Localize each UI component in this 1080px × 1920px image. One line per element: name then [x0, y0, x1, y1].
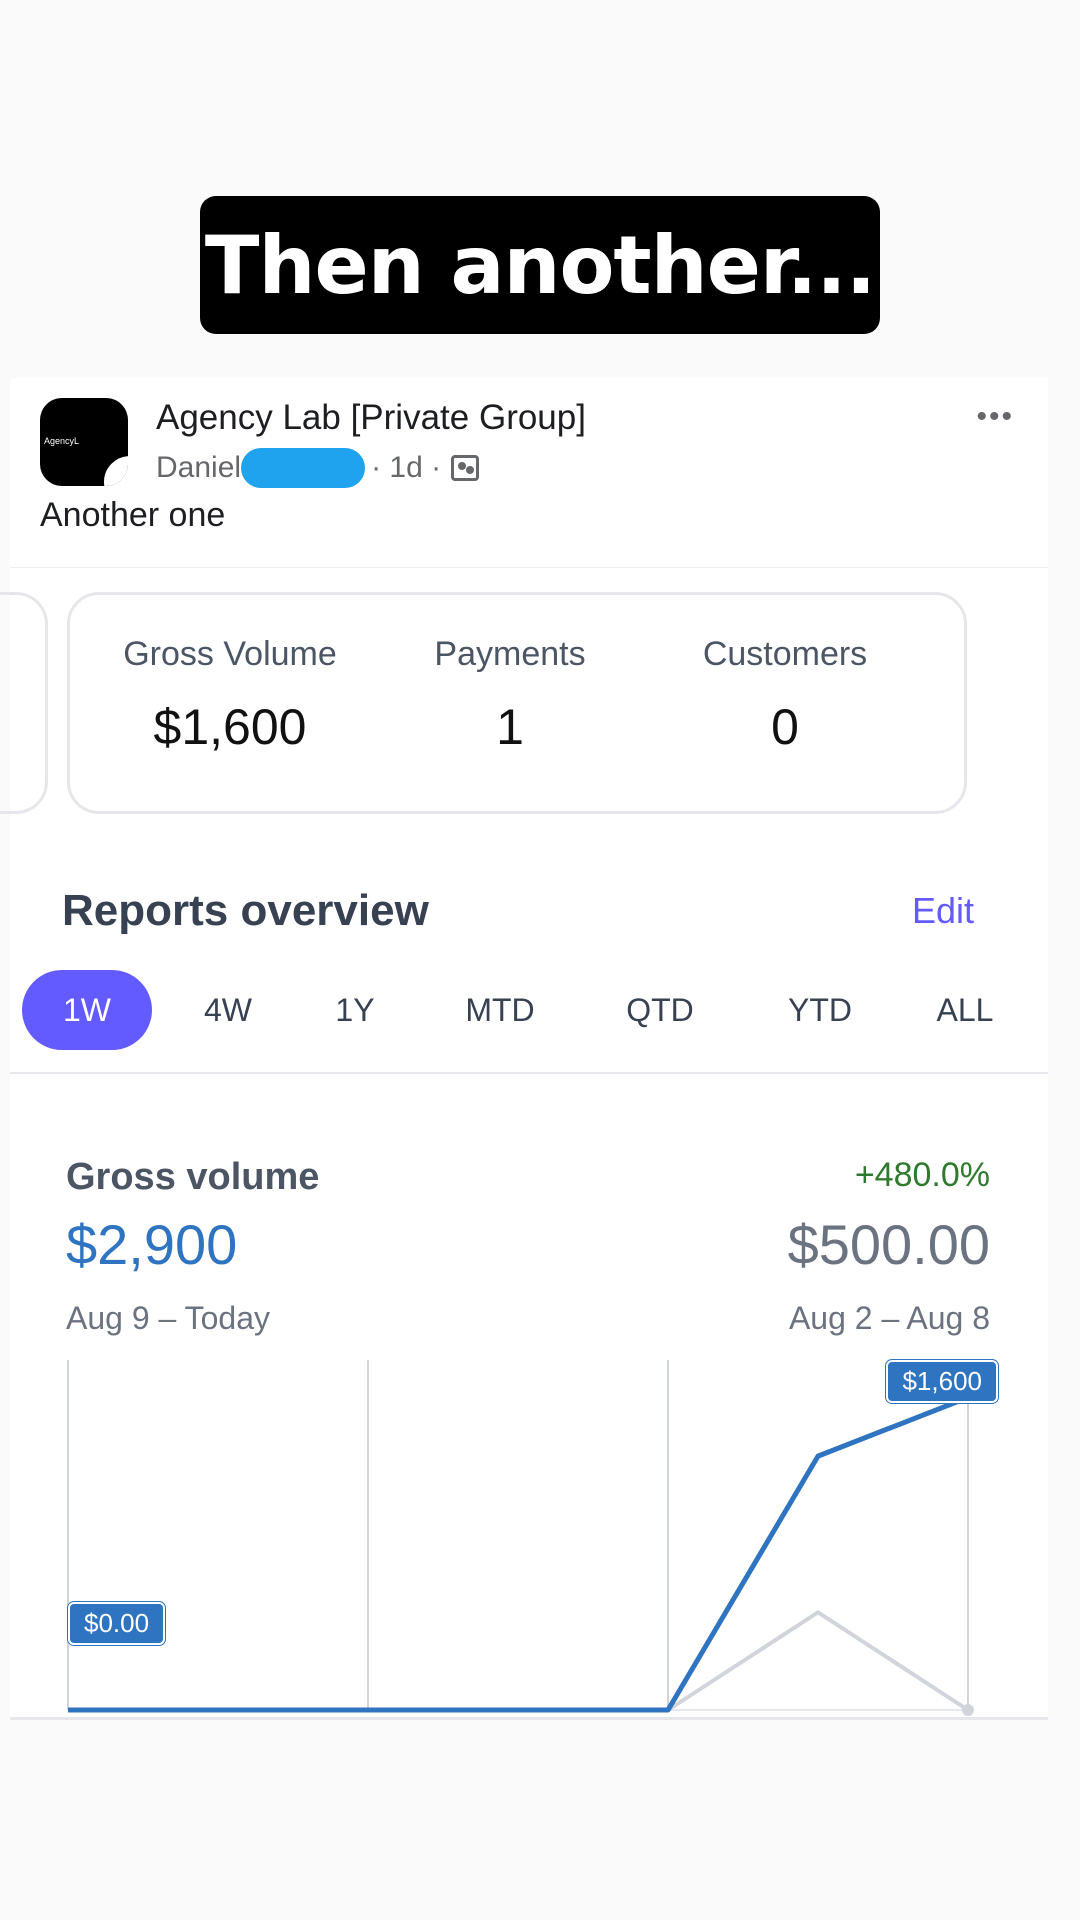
stats-card[interactable]: Gross Volume $1,600 Payments 1 Customers…: [67, 592, 967, 814]
story-caption: Then another...: [200, 196, 880, 334]
post-meta: Daniel · 1d ·: [156, 448, 480, 488]
stat-payments: Payments 1: [410, 635, 610, 756]
zero-value-label: $0.00: [68, 1602, 166, 1645]
tab-4w[interactable]: 4W: [178, 970, 278, 1050]
tab-qtd[interactable]: QTD: [600, 970, 720, 1050]
more-options-button[interactable]: •••: [976, 400, 1014, 434]
stat-value: 1: [496, 699, 524, 755]
gross-volume-range: Aug 9 – Today: [66, 1300, 271, 1336]
author-avatar-icon[interactable]: ★: [104, 456, 128, 486]
stat-label: Gross Volume: [123, 635, 337, 673]
edit-button[interactable]: Edit: [912, 890, 974, 932]
range-tabs: 1W 4W 1Y MTD QTD YTD ALL: [10, 970, 1048, 1074]
stat-label: Payments: [434, 635, 586, 673]
group-privacy-icon: [451, 455, 480, 481]
redaction-mark: [241, 448, 366, 488]
post-time[interactable]: · 1d ·: [371, 451, 441, 485]
chart-svg: [67, 1360, 974, 1716]
gross-volume-title: Gross volume: [66, 1156, 320, 1198]
gross-volume-chart[interactable]: $1,600 $0.00: [10, 1350, 1048, 1720]
reports-overview-title: Reports overview: [62, 886, 429, 935]
stat-value: 0: [771, 699, 799, 755]
stat-label: Customers: [702, 635, 868, 673]
tab-1w[interactable]: 1W: [22, 970, 152, 1050]
gross-volume-previous: $500.00: [787, 1213, 990, 1276]
tab-ytd[interactable]: YTD: [760, 970, 880, 1050]
avatar-text: AgencyL: [44, 436, 80, 446]
peak-value-label: $1,600: [886, 1360, 998, 1403]
stat-value: $1,600: [153, 699, 307, 755]
post-header: AgencyL ★ Agency Lab [Private Group] Dan…: [10, 378, 1048, 568]
previous-card-edge: [0, 592, 48, 814]
stat-gross-volume: Gross Volume $1,600: [110, 635, 350, 756]
gross-volume-value: $2,900: [66, 1213, 238, 1276]
author-name[interactable]: Daniel: [156, 451, 241, 485]
story-caption-text: Then another...: [204, 218, 876, 312]
group-avatar[interactable]: AgencyL ★: [40, 398, 128, 486]
previous-end-point: [962, 1704, 974, 1716]
stat-customers: Customers 0: [670, 635, 900, 756]
group-name[interactable]: Agency Lab [Private Group]: [156, 398, 586, 438]
current-period-line: [68, 1395, 969, 1713]
tab-all[interactable]: ALL: [910, 970, 1020, 1050]
post-card: AgencyL ★ Agency Lab [Private Group] Dan…: [0, 378, 1048, 1720]
post-text: Another one: [40, 496, 226, 534]
previous-period-line: [68, 1610, 970, 1712]
tab-1y[interactable]: 1Y: [310, 970, 400, 1050]
gross-volume-change: +480.0%: [854, 1156, 990, 1194]
tab-mtd[interactable]: MTD: [440, 970, 560, 1050]
gross-volume-previous-range: Aug 2 – Aug 8: [788, 1300, 990, 1336]
